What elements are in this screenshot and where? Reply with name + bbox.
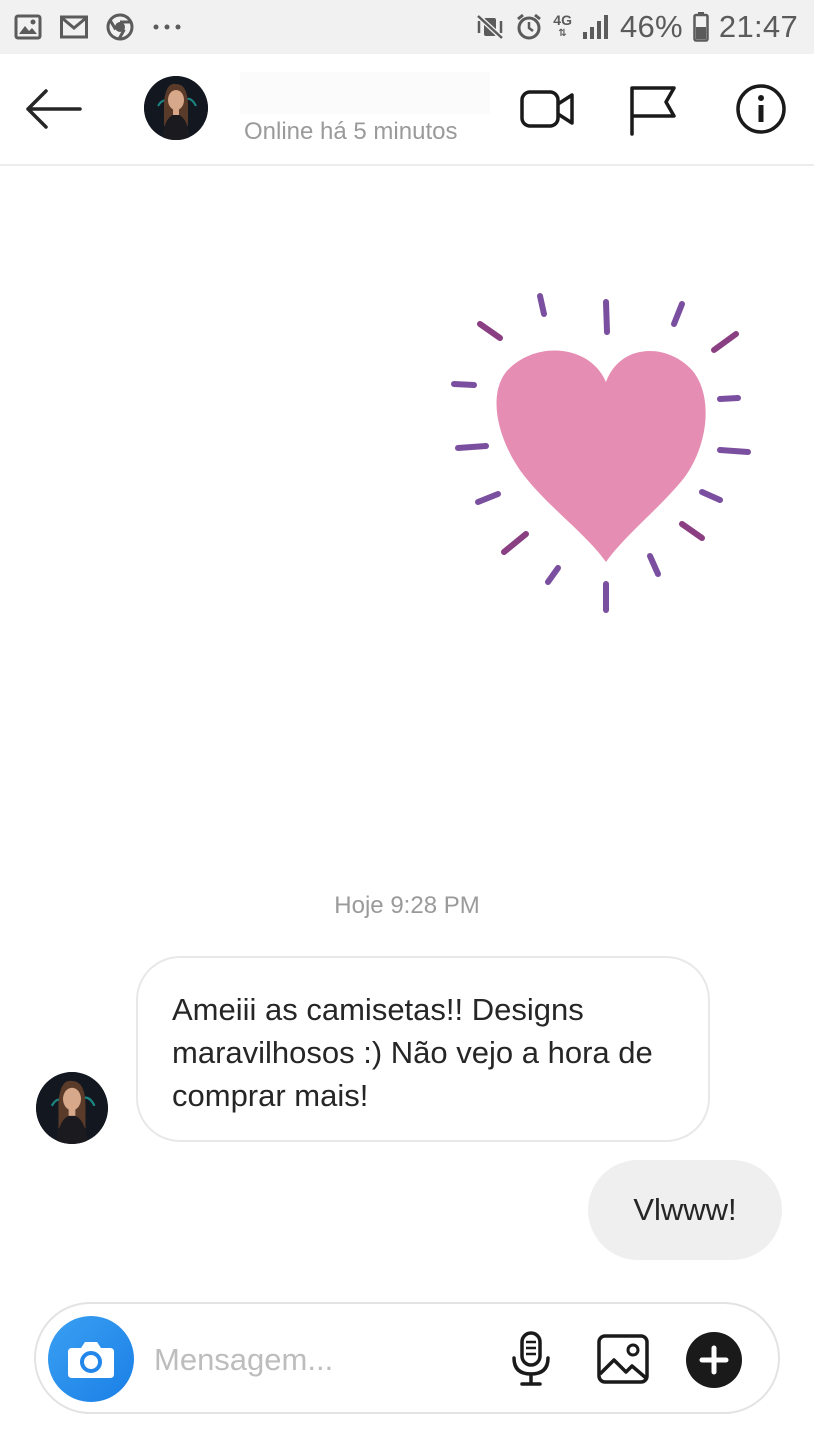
- info-icon[interactable]: [732, 82, 790, 136]
- image-icon[interactable]: [594, 1330, 652, 1388]
- camera-button[interactable]: [48, 1316, 134, 1402]
- clock: 21:47: [718, 9, 798, 44]
- more-icon: [153, 24, 181, 30]
- heart-sticker[interactable]: [446, 286, 756, 616]
- plus-icon: [699, 1345, 729, 1375]
- incoming-message-bubble[interactable]: Ameiii as camisetas!! Designs maravilhos…: [136, 956, 710, 1142]
- chat-header: Online há 5 minutos: [0, 54, 814, 166]
- camera-icon: [68, 1342, 114, 1378]
- message-input[interactable]: [152, 1332, 456, 1388]
- outgoing-message-text: Vlwww!: [633, 1192, 737, 1227]
- add-button[interactable]: [686, 1332, 742, 1388]
- gallery-icon: [14, 14, 42, 40]
- chrome-icon: [106, 13, 134, 41]
- contact-name[interactable]: [240, 72, 490, 114]
- status-bar: 4G ⇅ 46% 21:47: [0, 0, 814, 54]
- alarm-icon: [517, 13, 542, 40]
- outgoing-message-bubble[interactable]: Vlwww!: [588, 1160, 782, 1260]
- battery-percent: 46%: [619, 9, 683, 44]
- signal-icon: [582, 15, 608, 39]
- avatar-photo: [36, 1072, 108, 1144]
- message-composer: [34, 1302, 780, 1414]
- network-type: 4G ⇅: [553, 12, 572, 39]
- video-call-icon[interactable]: [518, 82, 576, 136]
- sender-avatar[interactable]: [36, 1072, 108, 1144]
- microphone-icon[interactable]: [502, 1330, 560, 1388]
- incoming-message-text: Ameiii as camisetas!! Designs maravilhos…: [172, 992, 653, 1113]
- heart-shape: [496, 350, 706, 562]
- online-status: Online há 5 minutos: [244, 118, 458, 145]
- contact-avatar[interactable]: [144, 76, 208, 140]
- mute-vibrate-icon: [476, 14, 504, 40]
- flag-icon[interactable]: [624, 82, 682, 136]
- gmail-icon: [60, 15, 88, 39]
- message-timestamp: Hoje 9:28 PM: [334, 892, 480, 919]
- system-status: 4G ⇅ 46% 21:47: [475, 8, 798, 46]
- battery-icon: [693, 12, 709, 42]
- avatar-photo: [144, 76, 208, 140]
- notification-icons: [14, 10, 182, 44]
- back-arrow-icon[interactable]: [22, 84, 86, 134]
